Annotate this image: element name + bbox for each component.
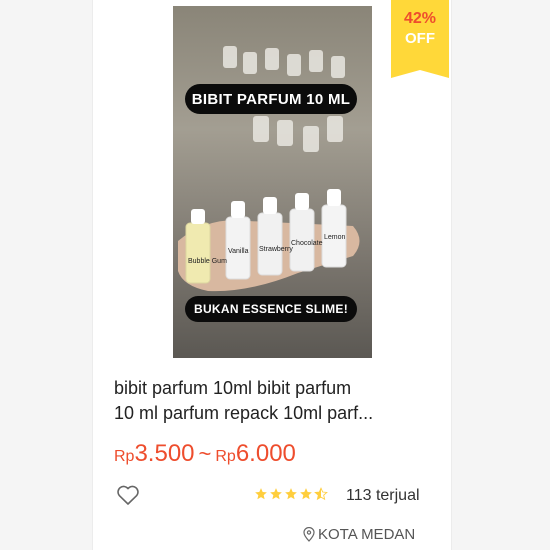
star-icon bbox=[300, 488, 312, 500]
price-range: Rp3.500 ~ Rp6.000 bbox=[114, 440, 296, 468]
price-min: 3.500 bbox=[134, 440, 195, 467]
product-title-line-1: bibit parfum 10ml bibit parfum bbox=[114, 378, 352, 398]
star-icon bbox=[270, 488, 282, 500]
product-image[interactable]: BIBIT PARFUM 10 ML Bubble Gum Vanilla St… bbox=[173, 6, 372, 358]
heart-outline-icon[interactable] bbox=[116, 484, 140, 506]
price-currency-max: Rp bbox=[215, 448, 236, 465]
star-icon bbox=[285, 488, 297, 500]
discount-percent: 42% bbox=[403, 10, 437, 27]
product-title[interactable]: bibit parfum 10ml bibit parfum 10 ml par… bbox=[114, 376, 434, 426]
rating-stars bbox=[254, 487, 328, 501]
location-pin-icon bbox=[303, 527, 315, 542]
seller-location: KOTA MEDAN bbox=[303, 526, 415, 543]
price-separator: ~ bbox=[198, 441, 212, 466]
price-max: 6.000 bbox=[235, 440, 296, 467]
bottle-label-chocolate: Chocolate bbox=[291, 240, 323, 247]
location-text: KOTA MEDAN bbox=[318, 526, 416, 543]
price-currency-min: Rp bbox=[114, 448, 135, 465]
star-icon bbox=[255, 488, 267, 500]
sold-count: 113 terjual bbox=[346, 487, 420, 504]
star-half-icon bbox=[314, 487, 328, 501]
bottle-label-vanilla: Vanilla bbox=[228, 248, 249, 255]
background-bottles bbox=[223, 46, 345, 152]
bottle-label-lemon: Lemon bbox=[324, 234, 346, 241]
bottle-label-bubble-gum: Bubble Gum bbox=[188, 258, 227, 265]
hand-with-bottles: Bubble Gum Vanilla Strawberry Chocolate … bbox=[178, 189, 360, 292]
discount-label: OFF bbox=[405, 30, 435, 47]
image-caption-top: BIBIT PARFUM 10 ML bbox=[185, 84, 357, 114]
bottle-label-strawberry: Strawberry bbox=[259, 246, 293, 253]
image-caption-bottom: BUKAN ESSENCE SLIME! bbox=[185, 296, 357, 322]
product-title-line-2: 10 ml parfum repack 10ml parf... bbox=[114, 403, 374, 423]
discount-badge: 42% OFF bbox=[391, 0, 449, 78]
